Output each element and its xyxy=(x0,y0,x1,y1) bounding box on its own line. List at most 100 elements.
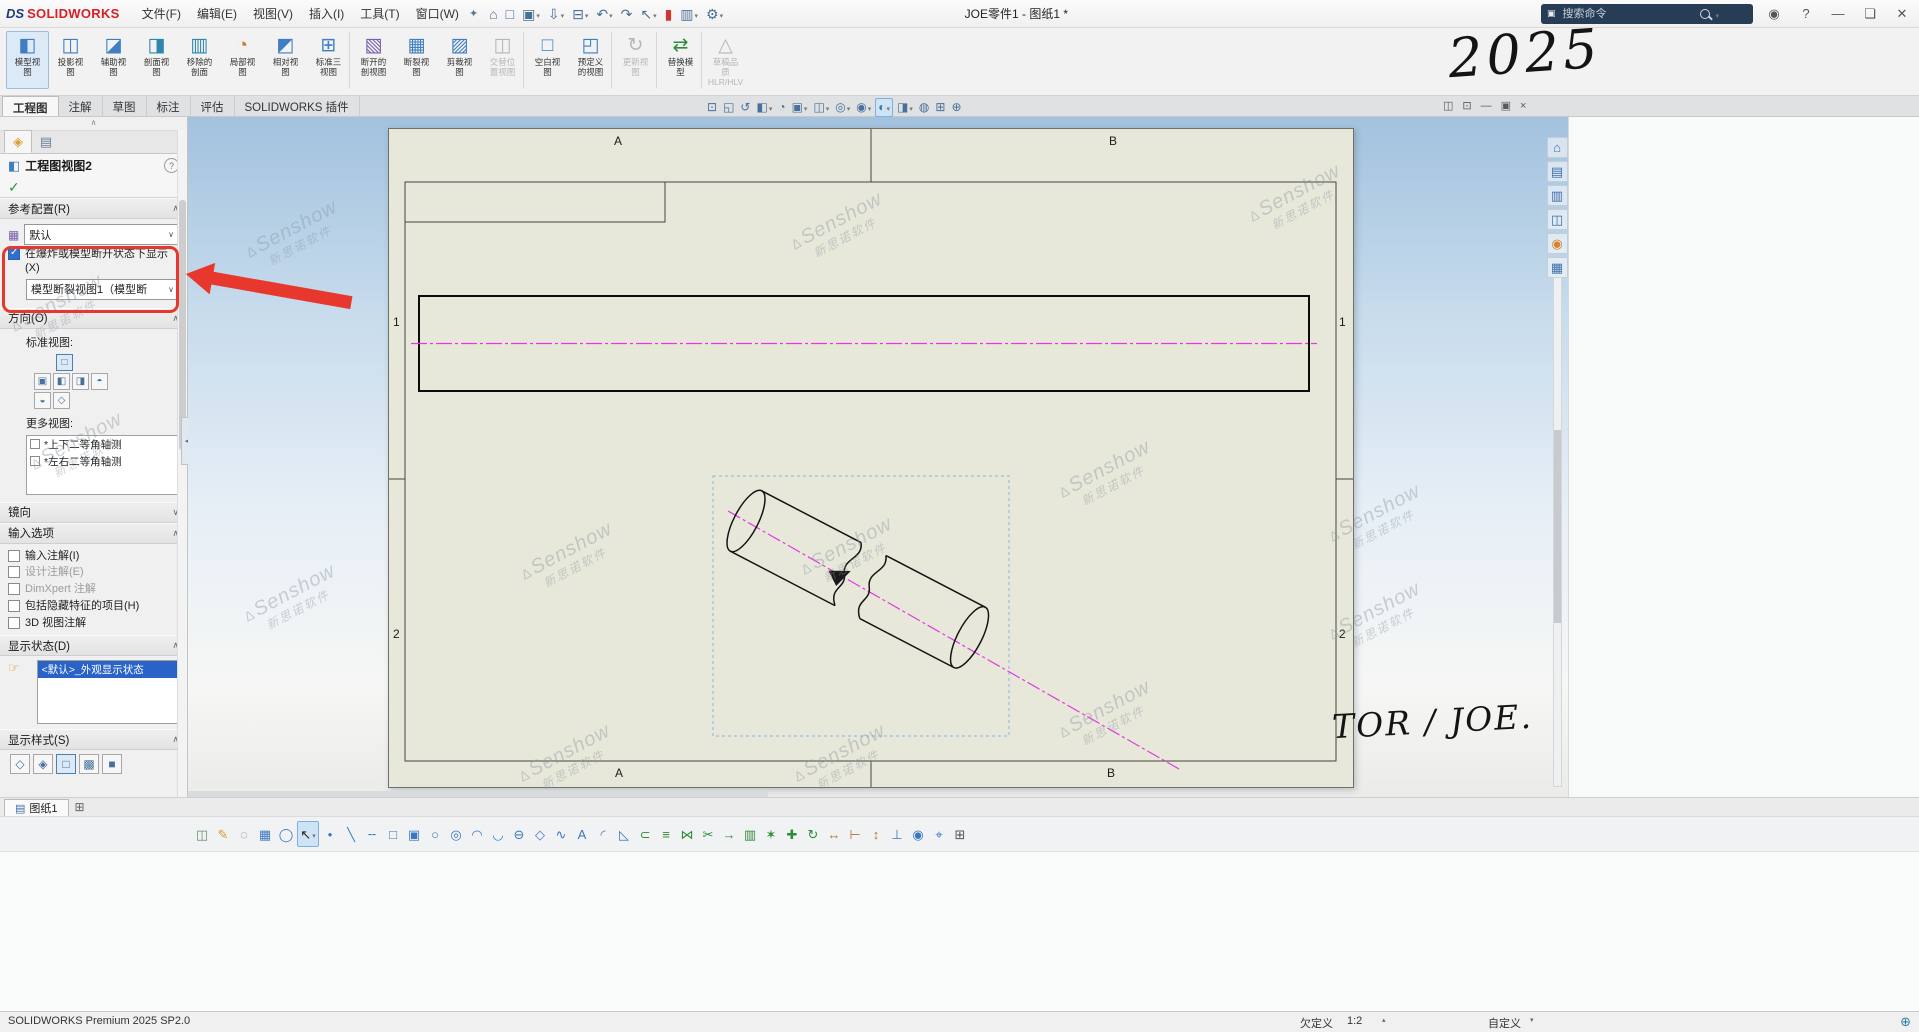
panel-scrollbar-thumb[interactable] xyxy=(179,200,186,450)
qat-button-select-cursor[interactable]: ↖ xyxy=(637,3,659,25)
tab-annotation[interactable]: 注解 xyxy=(59,96,103,116)
drawing-sheet[interactable]: A B A B 1 2 1 2 xyxy=(388,128,1354,788)
hud-button-overlay[interactable]: ◍ xyxy=(917,99,931,116)
ribbon-button-relative-view[interactable]: ◩ 相对视 图 xyxy=(264,31,307,89)
hud-button-section-view[interactable]: ◧ xyxy=(754,99,774,116)
standard-view-isometric-view[interactable]: ◇ xyxy=(53,392,70,409)
tab-sketch[interactable]: 草图 xyxy=(103,96,147,116)
ribbon-button-section-view[interactable]: ◨ 剖面视 图 xyxy=(135,31,178,89)
hud-button-pan[interactable]: ⊕ xyxy=(949,99,963,116)
qat-button-options[interactable]: ▥ xyxy=(677,3,701,25)
standard-view-bottom-view[interactable]: ◒ xyxy=(34,392,51,409)
display-style-wireframe[interactable]: ◇ xyxy=(10,754,30,774)
import-option-import-annotations[interactable]: 输入注解(I) xyxy=(8,550,179,564)
toolbar-button-center-rectangle[interactable]: ▣ xyxy=(404,822,424,846)
toolbar-button-centerpoint-arc[interactable]: ◠ xyxy=(467,822,487,846)
display-style-shaded[interactable]: ■ xyxy=(102,754,122,774)
qat-button-record-badge[interactable]: ▮ xyxy=(662,3,676,25)
scale-caret-icon[interactable]: ▴ xyxy=(1382,1016,1386,1024)
more-view-item[interactable]: *左右二等角轴测 xyxy=(27,453,178,470)
custom-status[interactable]: 自定义 xyxy=(1488,1015,1521,1031)
task-pane-design-library[interactable]: ▤ xyxy=(1547,161,1568,182)
ribbon-button-auxiliary-view[interactable]: ◪ 辅助视 图 xyxy=(92,31,135,89)
ribbon-button-projected-view[interactable]: ◫ 投影视 图 xyxy=(49,31,92,89)
panel-splitter[interactable]: ∧ xyxy=(0,117,187,131)
import-option-include-hidden-feature-items[interactable]: 包括隐藏特征的项目(H) xyxy=(8,600,179,614)
ribbon-button-model-view[interactable]: ◧ 模型视 图 xyxy=(6,31,49,89)
configuration-tab[interactable]: ▤ xyxy=(32,130,60,153)
ribbon-button-standard-3-view[interactable]: ⊞ 标准三 视图 xyxy=(307,31,350,89)
hud-button-view-settings[interactable]: ◨ xyxy=(895,99,915,116)
task-pane-home[interactable]: ⌂ xyxy=(1547,137,1568,158)
toolbar-button-tangent-arc[interactable]: ◡ xyxy=(488,822,508,846)
toolbar-button-note[interactable]: ✎ xyxy=(213,822,233,846)
toolbar-button-horizontal-dimension[interactable]: ⊢ xyxy=(845,822,865,846)
tab-addins[interactable]: SOLIDWORKS 插件 xyxy=(235,96,360,116)
standard-view-right-view[interactable]: ◨ xyxy=(72,373,89,390)
help-icon[interactable]: ? xyxy=(1795,6,1817,21)
tab-drawing[interactable]: 工程图 xyxy=(2,96,59,116)
toolbar-button-add-relation[interactable]: ⊥ xyxy=(887,822,907,846)
toolbar-button-sketch-text[interactable]: A xyxy=(572,822,592,846)
ribbon-button-replace-model[interactable]: ⇄ 替换模 型 xyxy=(659,31,702,89)
toolbar-button-polygon[interactable]: ◇ xyxy=(530,822,550,846)
ribbon-button-update-view[interactable]: ↻ 更新视 图 xyxy=(614,31,657,89)
ok-check-button[interactable]: ✓ xyxy=(8,179,20,196)
vertical-scrollbar[interactable] xyxy=(1553,277,1562,787)
ribbon-button-empty-view[interactable]: □ 空白视 图 xyxy=(526,31,569,89)
graphics-area[interactable]: A B A B 1 2 1 2 ⌂ ▤ ▥ ◫ ◉ ▦ xyxy=(188,117,1568,797)
configuration-select[interactable]: 默认 ∨ xyxy=(24,224,179,245)
ribbon-button-draft-quality[interactable]: △ 草稿品 质 HLR/HLV xyxy=(704,31,747,90)
toolbar-button-offset-entities[interactable]: ≡ xyxy=(656,822,676,846)
toolbar-button-revision-cloud[interactable]: ◌ xyxy=(234,822,254,846)
task-pane-custom-properties[interactable]: ▦ xyxy=(1547,257,1568,278)
display-style-hidden-lines-removed[interactable]: □ xyxy=(56,754,76,774)
toolbar-button-sketch-chamfer[interactable]: ◺ xyxy=(614,822,634,846)
task-pane-view-palette[interactable]: ◫ xyxy=(1547,209,1568,230)
toolbar-button-move-entities[interactable]: ✚ xyxy=(782,822,802,846)
search-input[interactable] xyxy=(1561,7,1695,21)
section-header-reference-configuration[interactable]: 参考配置(R) ∧ xyxy=(0,198,187,219)
standard-view-top-view[interactable]: ◓ xyxy=(91,373,108,390)
custom-caret-icon[interactable]: ▾ xyxy=(1530,1016,1534,1024)
standard-view-back-view[interactable]: ▣ xyxy=(34,373,51,390)
search-caret-icon[interactable] xyxy=(1715,7,1720,21)
toolbar-button-trim-entities[interactable]: ✂ xyxy=(698,822,718,846)
task-pane-appearances[interactable]: ◉ xyxy=(1547,233,1568,254)
qat-button-open-document[interactable]: ▣ xyxy=(519,3,543,25)
toolbar-button-grid-settings[interactable]: ⊞ xyxy=(950,822,970,846)
toolbar-button-line[interactable]: ╲ xyxy=(341,822,361,846)
section-header-import-options[interactable]: 输入选项 ∧ xyxy=(0,523,187,544)
sheet-scale[interactable]: 1:2 xyxy=(1347,1015,1362,1027)
checkbox-unchecked[interactable] xyxy=(8,583,20,595)
toolbar-button-centerline[interactable]: ╌ xyxy=(362,822,382,846)
standard-view-front-view[interactable]: □ xyxy=(56,354,73,371)
checkbox-unchecked[interactable] xyxy=(8,600,20,612)
tab-dimension[interactable]: 标注 xyxy=(147,96,191,116)
toolbar-button-circle[interactable]: ○ xyxy=(425,822,445,846)
qat-button-redo[interactable]: ↷ xyxy=(618,3,636,25)
ribbon-button-broken-out-section[interactable]: ▧ 断开的 剖视图 xyxy=(352,31,395,89)
menu-item[interactable]: 插入(I) xyxy=(301,2,352,25)
hud-button-zoom-fit[interactable]: ⊡ xyxy=(705,99,719,116)
doc-control-minimize-doc[interactable]: — xyxy=(1481,98,1492,114)
toolbar-button-balloon[interactable]: ◯ xyxy=(276,822,296,846)
checkbox-checked[interactable] xyxy=(8,248,20,260)
menu-item[interactable]: 窗口(W) xyxy=(408,2,467,25)
hud-button-3d-drawing-view[interactable]: ⊞ xyxy=(933,99,947,116)
checkbox-unchecked[interactable] xyxy=(8,550,20,562)
import-option-dimxpert-annotations[interactable]: DimXpert 注解 xyxy=(8,583,179,597)
menu-item[interactable]: 编辑(E) xyxy=(189,2,245,25)
toolbar-button-quick-snaps[interactable]: ⌖ xyxy=(929,822,949,846)
hud-button-dynamic-annotation[interactable]: ◔ xyxy=(776,99,787,116)
restore-icon[interactable]: ❏ xyxy=(1859,6,1881,22)
task-pane-file-explorer[interactable]: ▥ xyxy=(1547,185,1568,206)
qat-button-new-document[interactable]: □ xyxy=(503,3,517,25)
command-search[interactable]: ▣ xyxy=(1541,4,1753,24)
ribbon-button-predefined-view[interactable]: ◰ 预定义 的视图 xyxy=(569,31,612,89)
qat-button-save[interactable]: ⇩ xyxy=(545,3,567,25)
toolbar-button-point[interactable]: • xyxy=(320,822,340,846)
section-header-mirror[interactable]: 镜向 ∨ xyxy=(0,502,187,523)
toolbar-button-convert-entities[interactable]: ⊂ xyxy=(635,822,655,846)
import-option-design-annotations[interactable]: 设计注解(E) xyxy=(8,566,179,580)
